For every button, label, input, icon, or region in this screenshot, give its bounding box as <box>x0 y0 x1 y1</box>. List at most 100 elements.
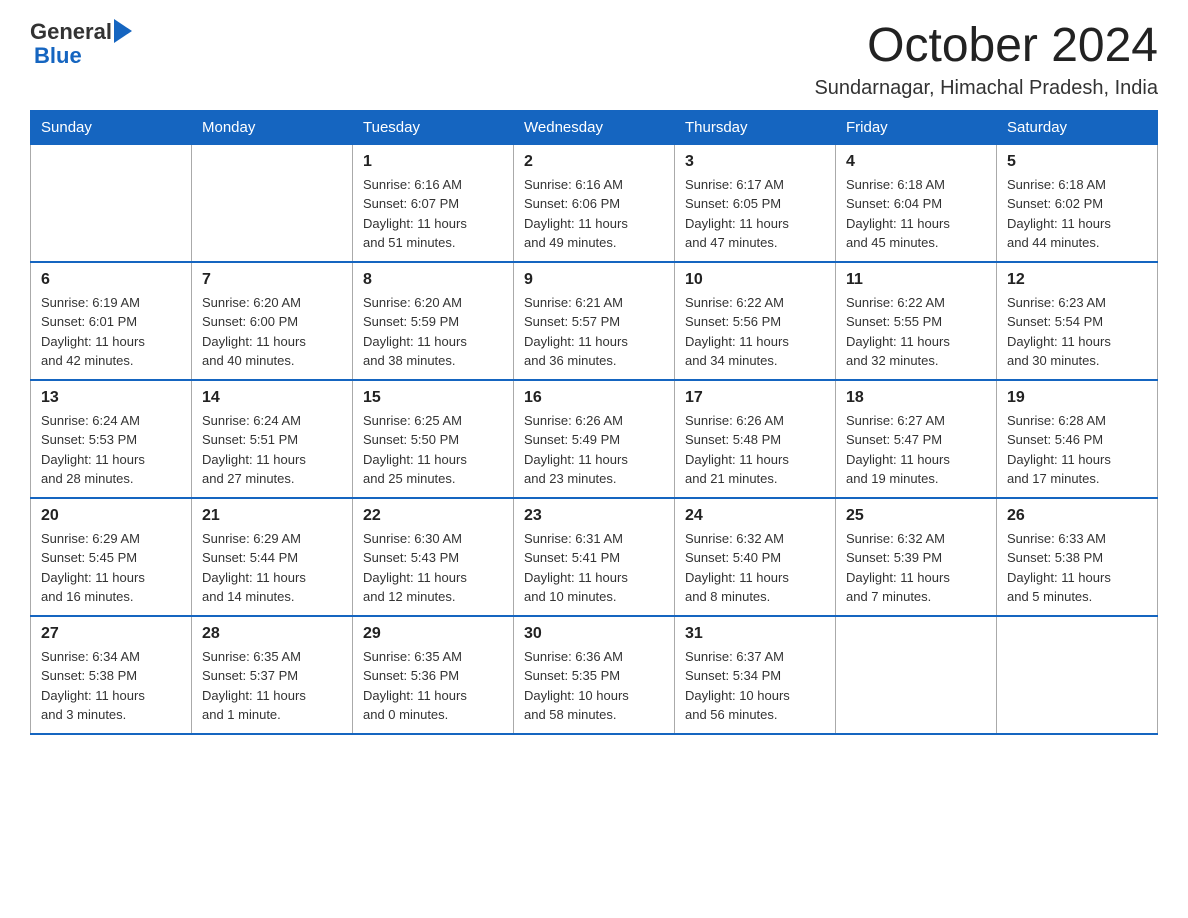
calendar-cell: 10 Sunrise: 6:22 AM Sunset: 5:56 PM Dayli… <box>675 262 836 380</box>
calendar-cell <box>31 144 192 262</box>
calendar-cell: 7Sunrise: 6:20 AM Sunset: 6:00 PM Daylig… <box>192 262 353 380</box>
day-number: 20 <box>41 507 181 525</box>
month-title: October 2024 <box>814 20 1158 73</box>
day-number: 9 <box>524 271 664 289</box>
day-info: Sunrise: 6:19 AM Sunset: 6:01 PM Dayligh… <box>41 293 181 371</box>
calendar-week-row: 13 Sunrise: 6:24 AM Sunset: 5:53 PM Dayli… <box>31 380 1158 498</box>
calendar-cell: 28 Sunrise: 6:35 AM Sunset: 5:37 PM Dayli… <box>192 616 353 734</box>
day-info: Sunrise: 6:34 AM Sunset: 5:38 PM Dayligh… <box>41 647 181 725</box>
calendar-header-row: SundayMondayTuesdayWednesdayThursdayFrid… <box>31 110 1158 144</box>
calendar-week-row: 27 Sunrise: 6:34 AM Sunset: 5:38 PM Dayli… <box>31 616 1158 734</box>
day-info: Sunrise: 6:35 AM Sunset: 5:37 PM Dayligh… <box>202 647 342 725</box>
day-number: 15 <box>363 389 503 407</box>
calendar-cell: 22 Sunrise: 6:30 AM Sunset: 5:43 PM Dayli… <box>353 498 514 616</box>
calendar-cell: 29 Sunrise: 6:35 AM Sunset: 5:36 PM Dayli… <box>353 616 514 734</box>
calendar-cell: 16Sunrise: 6:26 AM Sunset: 5:49 PM Dayli… <box>514 380 675 498</box>
calendar-cell: 5Sunrise: 6:18 AM Sunset: 6:02 PM Daylig… <box>997 144 1158 262</box>
day-number: 16 <box>524 389 664 407</box>
calendar-cell: 25Sunrise: 6:32 AM Sunset: 5:39 PM Dayli… <box>836 498 997 616</box>
day-number: 12 <box>1007 271 1147 289</box>
calendar-cell: 23 Sunrise: 6:31 AM Sunset: 5:41 PM Dayli… <box>514 498 675 616</box>
day-info: Sunrise: 6:29 AM Sunset: 5:44 PM Dayligh… <box>202 529 342 607</box>
day-number: 27 <box>41 625 181 643</box>
day-info: Sunrise: 6:37 AM Sunset: 5:34 PM Dayligh… <box>685 647 825 725</box>
day-number: 21 <box>202 507 342 525</box>
page-header: General Blue October 2024 Sundarnagar, H… <box>30 20 1158 100</box>
day-info: Sunrise: 6:22 AM Sunset: 5:56 PM Dayligh… <box>685 293 825 371</box>
day-number: 3 <box>685 153 825 171</box>
logo-general-text: General <box>30 20 112 44</box>
logo-blue-text: Blue <box>34 44 132 68</box>
day-number: 18 <box>846 389 986 407</box>
day-number: 22 <box>363 507 503 525</box>
day-info: Sunrise: 6:31 AM Sunset: 5:41 PM Dayligh… <box>524 529 664 607</box>
day-info: Sunrise: 6:29 AM Sunset: 5:45 PM Dayligh… <box>41 529 181 607</box>
calendar-header-thursday: Thursday <box>675 110 836 144</box>
calendar-cell: 3Sunrise: 6:17 AM Sunset: 6:05 PM Daylig… <box>675 144 836 262</box>
day-info: Sunrise: 6:30 AM Sunset: 5:43 PM Dayligh… <box>363 529 503 607</box>
calendar-week-row: 1Sunrise: 6:16 AM Sunset: 6:07 PM Daylig… <box>31 144 1158 262</box>
calendar-cell: 2 Sunrise: 6:16 AM Sunset: 6:06 PM Daylig… <box>514 144 675 262</box>
calendar-cell: 19Sunrise: 6:28 AM Sunset: 5:46 PM Dayli… <box>997 380 1158 498</box>
calendar-cell: 20 Sunrise: 6:29 AM Sunset: 5:45 PM Dayli… <box>31 498 192 616</box>
calendar-cell: 8Sunrise: 6:20 AM Sunset: 5:59 PM Daylig… <box>353 262 514 380</box>
calendar-cell: 6Sunrise: 6:19 AM Sunset: 6:01 PM Daylig… <box>31 262 192 380</box>
day-number: 5 <box>1007 153 1147 171</box>
calendar-cell: 13 Sunrise: 6:24 AM Sunset: 5:53 PM Dayli… <box>31 380 192 498</box>
calendar-cell: 30 Sunrise: 6:36 AM Sunset: 5:35 PM Dayli… <box>514 616 675 734</box>
calendar-cell: 26Sunrise: 6:33 AM Sunset: 5:38 PM Dayli… <box>997 498 1158 616</box>
day-number: 19 <box>1007 389 1147 407</box>
day-info: Sunrise: 6:33 AM Sunset: 5:38 PM Dayligh… <box>1007 529 1147 607</box>
calendar-week-row: 20 Sunrise: 6:29 AM Sunset: 5:45 PM Dayli… <box>31 498 1158 616</box>
calendar-header-saturday: Saturday <box>997 110 1158 144</box>
day-info: Sunrise: 6:23 AM Sunset: 5:54 PM Dayligh… <box>1007 293 1147 371</box>
calendar-week-row: 6Sunrise: 6:19 AM Sunset: 6:01 PM Daylig… <box>31 262 1158 380</box>
day-number: 28 <box>202 625 342 643</box>
calendar-cell: 17 Sunrise: 6:26 AM Sunset: 5:48 PM Dayli… <box>675 380 836 498</box>
day-info: Sunrise: 6:36 AM Sunset: 5:35 PM Dayligh… <box>524 647 664 725</box>
calendar-cell: 31 Sunrise: 6:37 AM Sunset: 5:34 PM Dayli… <box>675 616 836 734</box>
day-info: Sunrise: 6:20 AM Sunset: 6:00 PM Dayligh… <box>202 293 342 371</box>
day-number: 10 <box>685 271 825 289</box>
day-info: Sunrise: 6:18 AM Sunset: 6:04 PM Dayligh… <box>846 175 986 253</box>
calendar-cell: 1Sunrise: 6:16 AM Sunset: 6:07 PM Daylig… <box>353 144 514 262</box>
day-number: 17 <box>685 389 825 407</box>
day-info: Sunrise: 6:32 AM Sunset: 5:40 PM Dayligh… <box>685 529 825 607</box>
day-number: 25 <box>846 507 986 525</box>
day-info: Sunrise: 6:25 AM Sunset: 5:50 PM Dayligh… <box>363 411 503 489</box>
logo: General Blue <box>30 20 132 68</box>
calendar-cell: 14 Sunrise: 6:24 AM Sunset: 5:51 PM Dayli… <box>192 380 353 498</box>
day-number: 8 <box>363 271 503 289</box>
day-number: 23 <box>524 507 664 525</box>
calendar-cell: 12 Sunrise: 6:23 AM Sunset: 5:54 PM Dayli… <box>997 262 1158 380</box>
calendar-cell: 27 Sunrise: 6:34 AM Sunset: 5:38 PM Dayli… <box>31 616 192 734</box>
day-number: 13 <box>41 389 181 407</box>
day-number: 4 <box>846 153 986 171</box>
day-info: Sunrise: 6:27 AM Sunset: 5:47 PM Dayligh… <box>846 411 986 489</box>
calendar-header-friday: Friday <box>836 110 997 144</box>
day-info: Sunrise: 6:26 AM Sunset: 5:48 PM Dayligh… <box>685 411 825 489</box>
day-info: Sunrise: 6:24 AM Sunset: 5:51 PM Dayligh… <box>202 411 342 489</box>
calendar-cell: 9 Sunrise: 6:21 AM Sunset: 5:57 PM Daylig… <box>514 262 675 380</box>
day-info: Sunrise: 6:24 AM Sunset: 5:53 PM Dayligh… <box>41 411 181 489</box>
title-block: October 2024 Sundarnagar, Himachal Prade… <box>814 20 1158 100</box>
calendar-cell: 18 Sunrise: 6:27 AM Sunset: 5:47 PM Dayli… <box>836 380 997 498</box>
calendar-cell: 21 Sunrise: 6:29 AM Sunset: 5:44 PM Dayli… <box>192 498 353 616</box>
logo-triangle-icon <box>112 21 132 43</box>
day-number: 14 <box>202 389 342 407</box>
calendar-cell: 4 Sunrise: 6:18 AM Sunset: 6:04 PM Daylig… <box>836 144 997 262</box>
day-info: Sunrise: 6:21 AM Sunset: 5:57 PM Dayligh… <box>524 293 664 371</box>
day-number: 2 <box>524 153 664 171</box>
calendar-table: SundayMondayTuesdayWednesdayThursdayFrid… <box>30 110 1158 735</box>
day-info: Sunrise: 6:16 AM Sunset: 6:06 PM Dayligh… <box>524 175 664 253</box>
day-number: 29 <box>363 625 503 643</box>
calendar-header-tuesday: Tuesday <box>353 110 514 144</box>
day-number: 11 <box>846 271 986 289</box>
day-info: Sunrise: 6:22 AM Sunset: 5:55 PM Dayligh… <box>846 293 986 371</box>
calendar-cell: 24Sunrise: 6:32 AM Sunset: 5:40 PM Dayli… <box>675 498 836 616</box>
day-info: Sunrise: 6:16 AM Sunset: 6:07 PM Dayligh… <box>363 175 503 253</box>
day-number: 31 <box>685 625 825 643</box>
day-number: 30 <box>524 625 664 643</box>
day-info: Sunrise: 6:35 AM Sunset: 5:36 PM Dayligh… <box>363 647 503 725</box>
calendar-cell <box>192 144 353 262</box>
